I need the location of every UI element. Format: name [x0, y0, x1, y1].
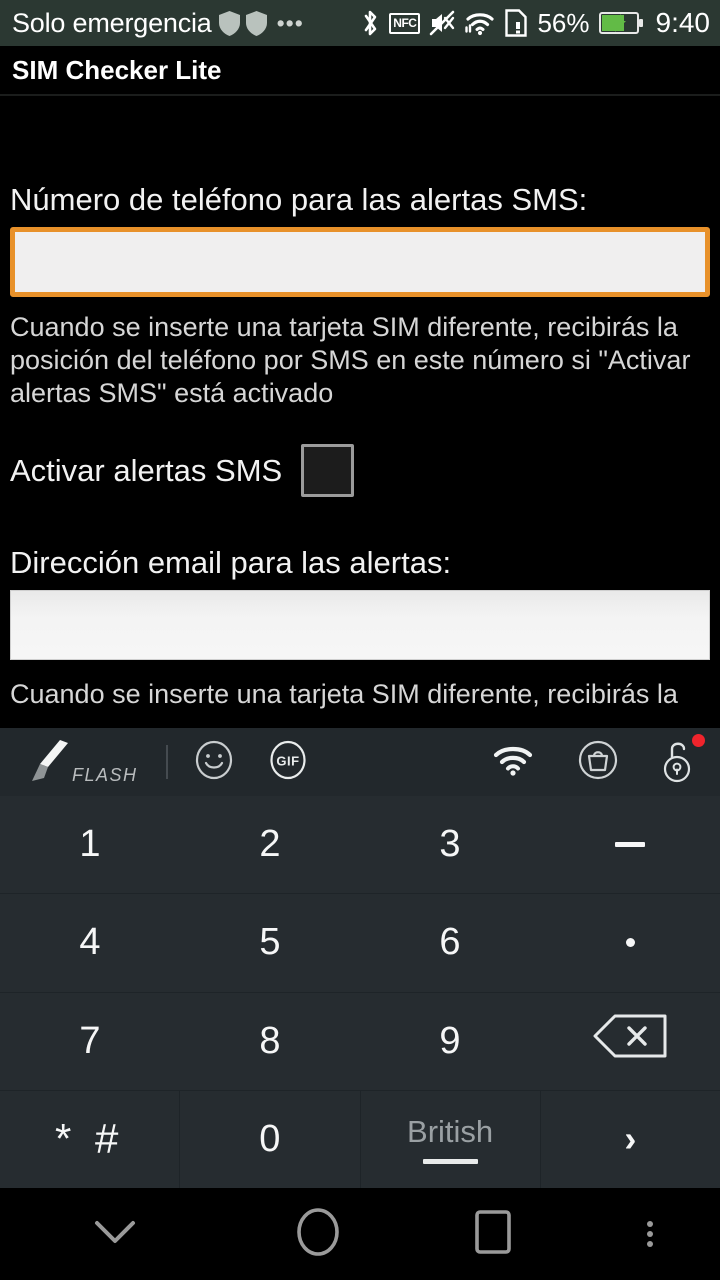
emoji-icon[interactable] — [194, 740, 234, 785]
recents-button[interactable] — [405, 1207, 580, 1262]
status-right-icons: NFC 56% 9:40 — [360, 7, 710, 39]
carrier-label: Solo emergencia — [12, 7, 212, 38]
keyboard-toolbar-right — [492, 733, 705, 788]
email-address-input[interactable] — [11, 591, 709, 659]
svg-text:GIF: GIF — [276, 753, 299, 768]
recents-icon — [472, 1207, 514, 1262]
key-star-hash[interactable]: * # — [0, 1091, 179, 1188]
overflow-dots-icon: ••• — [276, 10, 304, 36]
home-button[interactable] — [230, 1206, 405, 1263]
email-address-field[interactable] — [10, 590, 710, 660]
phone-number-label: Número de teléfono para las alertas SMS: — [10, 182, 588, 217]
bluetooth-icon — [360, 8, 380, 38]
language-label: British — [407, 1114, 494, 1150]
status-bar: Solo emergencia ••• NFC 56% 9:40 — [0, 0, 720, 46]
key-7[interactable]: 7 — [0, 993, 180, 1090]
unlock-icon-wrapper[interactable] — [662, 733, 705, 788]
phone-screen: Solo emergencia ••• NFC 56% 9:40 SIM Che… — [0, 0, 720, 1280]
key-minus[interactable] — [540, 796, 720, 893]
status-left-icons: ••• — [218, 10, 304, 36]
wifi-icon[interactable] — [492, 744, 534, 781]
backspace-icon — [591, 1013, 669, 1069]
page-title: SIM Checker Lite — [12, 54, 222, 85]
mute-icon — [429, 9, 455, 37]
key-5[interactable]: 5 — [180, 894, 360, 991]
flash-brand-label: FLASH — [72, 764, 138, 785]
wifi-icon — [464, 10, 496, 36]
battery-charging-icon — [598, 10, 645, 36]
key-9[interactable]: 9 — [360, 993, 540, 1090]
sms-alerts-row[interactable]: Activar alertas SMS — [10, 444, 710, 497]
keypad-row: 1 2 3 — [0, 796, 720, 893]
phone-helper-text: Cuando se inserte una tarjeta SIM difere… — [10, 312, 691, 408]
hide-keyboard-button[interactable] — [0, 1215, 230, 1254]
keypad: 1 2 3 4 5 6 7 8 9 * # 0 British › — [0, 796, 720, 1188]
sms-alerts-checkbox[interactable] — [301, 444, 355, 497]
key-enter[interactable]: › — [539, 1090, 720, 1188]
key-0[interactable]: 0 — [179, 1090, 359, 1188]
flash-brand[interactable]: FLASH — [26, 737, 138, 788]
phone-number-input[interactable] — [15, 232, 705, 292]
shopping-bag-icon[interactable] — [576, 738, 620, 787]
language-underline — [422, 1159, 478, 1165]
keypad-row: 7 8 9 — [0, 991, 720, 1090]
settings-form: Número de teléfono para las alertas SMS:… — [0, 98, 720, 728]
star-hash-label: * # — [54, 1115, 125, 1163]
key-4[interactable]: 4 — [0, 894, 180, 991]
email-address-label: Dirección email para las alertas: — [10, 545, 452, 580]
navigation-bar — [0, 1188, 720, 1280]
nfc-icon: NFC — [389, 12, 421, 34]
key-language[interactable]: British — [359, 1090, 540, 1188]
key-period[interactable] — [540, 894, 720, 991]
key-6[interactable]: 6 — [360, 894, 540, 991]
email-helper-text: Cuando se inserte una tarjeta SIM difere… — [10, 679, 678, 709]
clock-label: 9:40 — [655, 7, 711, 38]
app-title-bar: SIM Checker Lite — [0, 46, 720, 96]
keypad-row: 4 5 6 — [0, 893, 720, 991]
keyboard-toolbar-left: FLASH GIF — [26, 737, 342, 788]
menu-icon — [647, 1217, 653, 1251]
battery-percent-label: 56% — [537, 7, 590, 38]
menu-button[interactable] — [580, 1217, 720, 1251]
on-screen-keyboard: FLASH GIF 1 2 3 4 5 6 7 8 9 * # 0 Britis… — [0, 728, 720, 1188]
toolbar-divider — [165, 745, 168, 779]
keyboard-toolbar: FLASH GIF — [0, 728, 720, 796]
gif-icon[interactable]: GIF — [268, 740, 308, 785]
sim-alert-icon — [505, 9, 528, 37]
chevron-down-icon — [89, 1215, 141, 1254]
key-8[interactable]: 8 — [180, 993, 360, 1090]
sms-alerts-label: Activar alertas SMS — [10, 452, 283, 488]
home-icon — [295, 1206, 341, 1263]
key-1[interactable]: 1 — [0, 796, 180, 893]
shield-icon — [218, 10, 240, 36]
enter-chevron-icon: › — [624, 1118, 637, 1160]
phone-number-field[interactable] — [10, 227, 710, 297]
keypad-row: * # 0 British › — [0, 1089, 720, 1188]
key-2[interactable]: 2 — [180, 796, 360, 893]
notification-dot — [692, 733, 705, 747]
key-3[interactable]: 3 — [360, 796, 540, 893]
shield-icon — [245, 10, 267, 36]
minus-glyph — [615, 842, 645, 848]
dot-glyph — [625, 938, 635, 948]
key-backspace[interactable] — [540, 993, 720, 1090]
unlock-icon[interactable] — [662, 742, 698, 787]
flash-quill-icon — [26, 737, 70, 788]
